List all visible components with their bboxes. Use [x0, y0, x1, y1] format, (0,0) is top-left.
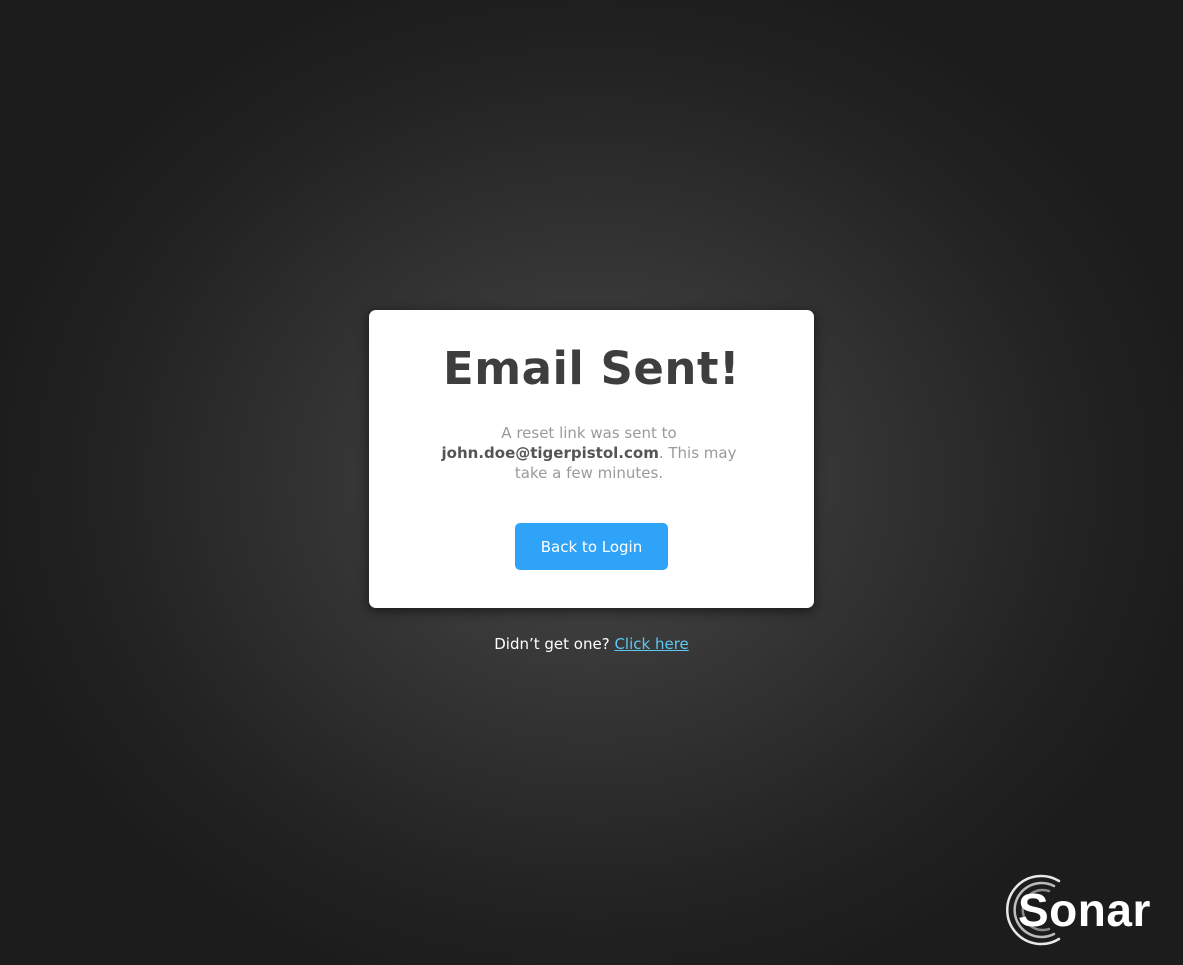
sonar-wordmark: Sonar — [1018, 884, 1151, 936]
page-title: Email Sent! — [442, 342, 740, 395]
resend-prompt: Didn’t get one? — [494, 635, 610, 653]
email-sent-card: Email Sent! A reset link was sent to joh… — [369, 310, 814, 608]
resend-link[interactable]: Click here — [614, 635, 688, 653]
back-to-login-button[interactable]: Back to Login — [515, 523, 668, 570]
message-prefix: A reset link was sent to — [501, 424, 677, 442]
resend-row: Didn’t get one? Click here — [0, 634, 1183, 654]
sonar-logo: Sonar — [996, 872, 1161, 948]
confirmation-message: A reset link was sent to john.doe@tigerp… — [431, 423, 747, 483]
recipient-email: john.doe@tigerpistol.com — [441, 444, 659, 462]
